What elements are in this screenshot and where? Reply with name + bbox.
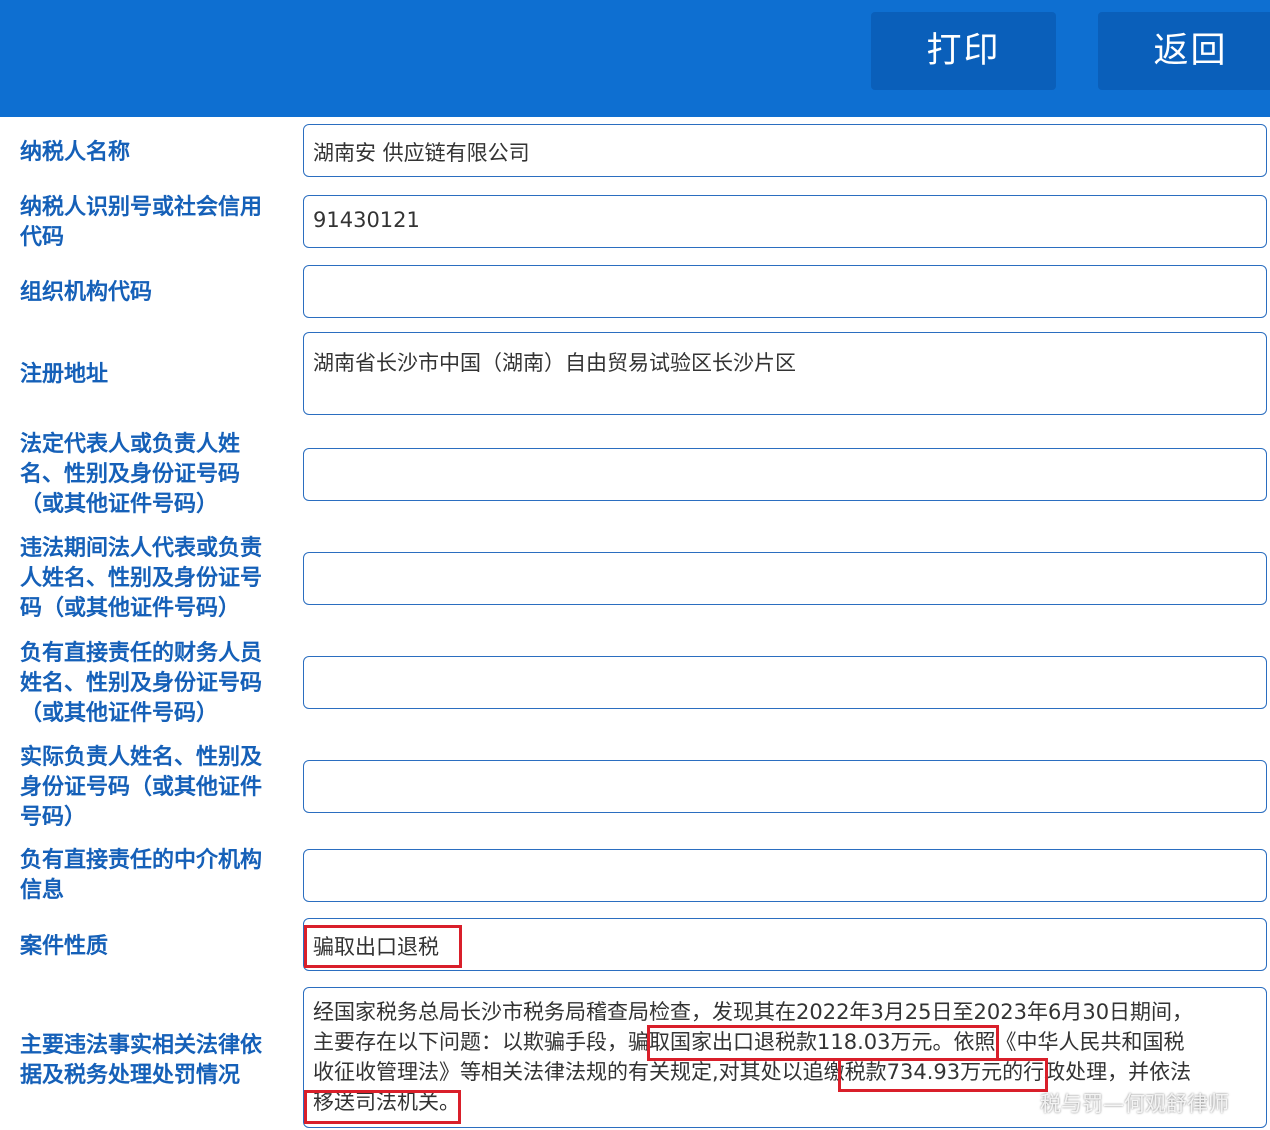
org-code-field[interactable] bbox=[303, 265, 1267, 318]
actual-person-in-charge-field[interactable] bbox=[303, 760, 1267, 813]
label-violation-period-representative: 违法期间法人代表或负责人姓名、性别及身份证号码（或其他证件号码） bbox=[20, 536, 263, 621]
label-taxpayer-name: 纳税人名称 bbox=[20, 139, 131, 165]
label-legal-representative: 法定代表人或负责人姓名、性别及身份证号码（或其他证件号码） bbox=[20, 432, 241, 517]
taxpayer-name-value: 湖南安 供应链有限公司 bbox=[313, 141, 530, 165]
legal-representative-field[interactable] bbox=[303, 448, 1267, 501]
violation-period-representative-field[interactable] bbox=[303, 552, 1267, 605]
facts-line-1: 经国家税务总局长沙市税务局稽查局检查，发现其在2022年3月25日至2023年6… bbox=[313, 1000, 1194, 1024]
back-button[interactable]: 返回 bbox=[1098, 12, 1270, 90]
top-toolbar: 打印 返回 bbox=[0, 0, 1270, 117]
registered-address-value: 湖南省长沙市中国（湖南）自由贸易试验区长沙片区 bbox=[313, 351, 796, 375]
print-button[interactable]: 打印 bbox=[871, 12, 1056, 90]
label-finance-personnel: 负有直接责任的财务人员姓名、性别及身份证号码（或其他证件号码） bbox=[20, 641, 263, 726]
taxpayer-id-field[interactable]: 91430121 bbox=[303, 195, 1267, 248]
watermark: 税与罚—何观舒律师 bbox=[1040, 1092, 1229, 1116]
label-violation-facts: 主要违法事实相关法律依据及税务处理处罚情况 bbox=[20, 1033, 263, 1088]
label-org-code: 组织机构代码 bbox=[20, 279, 153, 305]
intermediary-info-field[interactable] bbox=[303, 849, 1267, 902]
finance-personnel-field[interactable] bbox=[303, 656, 1267, 709]
taxpayer-id-value: 91430121 bbox=[313, 208, 420, 232]
registered-address-field[interactable]: 湖南省长沙市中国（湖南）自由贸易试验区长沙片区 bbox=[303, 332, 1267, 415]
label-actual-person-in-charge: 实际负责人姓名、性别及身份证号码（或其他证件号码） bbox=[20, 745, 263, 830]
facts-line-3: 收征收管理法》等相关法律法规的有关规定,对其处以追缴税款734.93万元的行政处… bbox=[313, 1060, 1192, 1084]
label-taxpayer-id: 纳税人识别号或社会信用代码 bbox=[20, 195, 263, 250]
label-registered-address: 注册地址 bbox=[20, 362, 109, 387]
label-intermediary-info: 负有直接责任的中介机构信息 bbox=[20, 848, 263, 903]
case-nature-value: 骗取出口退税 bbox=[313, 935, 439, 959]
facts-line-2: 主要存在以下问题：以欺骗手段，骗取国家出口退税款118.03万元。依照《中华人民… bbox=[313, 1030, 1185, 1054]
taxpayer-name-field[interactable]: 湖南安 供应链有限公司 bbox=[303, 124, 1267, 177]
case-nature-field[interactable]: 骗取出口退税 bbox=[303, 918, 1267, 971]
label-case-nature: 案件性质 bbox=[20, 933, 109, 959]
